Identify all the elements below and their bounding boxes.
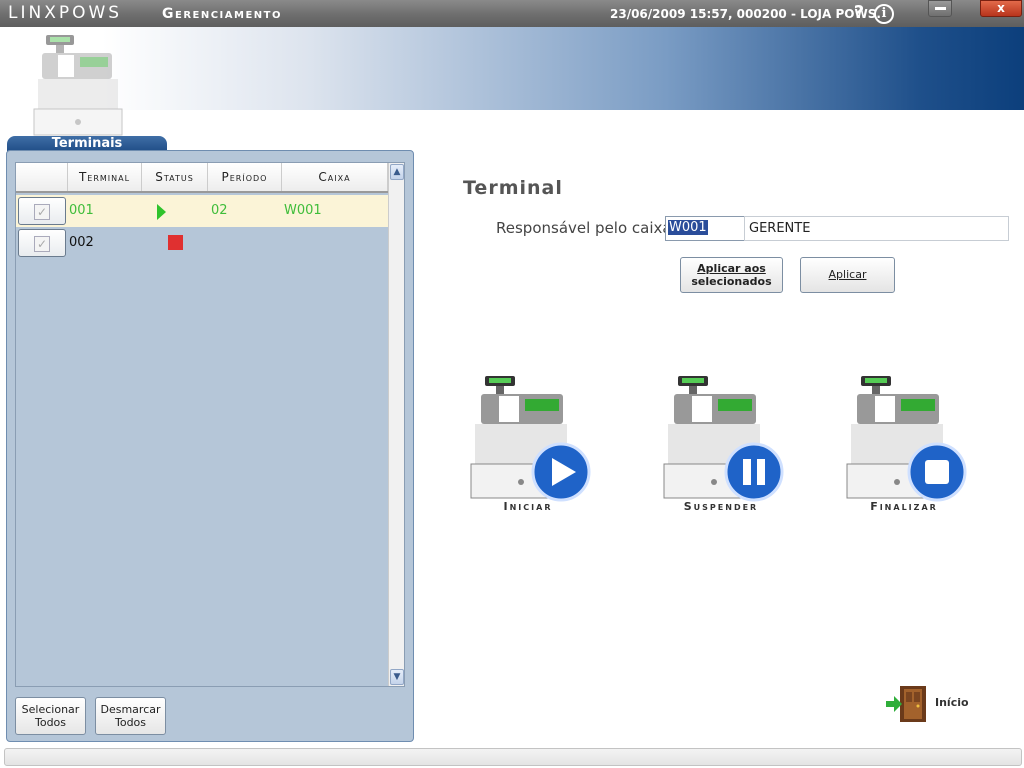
header-select: [16, 163, 68, 191]
minimize-icon: [935, 7, 946, 10]
apply-button[interactable]: Aplicar: [800, 257, 895, 293]
home-button[interactable]: Início: [884, 684, 974, 724]
button-label: Todos: [34, 716, 67, 729]
check-icon: ✓: [34, 236, 50, 252]
header-banner: [0, 27, 1024, 110]
button-label: Aplicar: [828, 268, 867, 281]
header-terminal[interactable]: Terminal: [68, 163, 142, 191]
title-bar: LINXPOWS Gerenciamento 23/06/2009 15:57,…: [0, 0, 1024, 27]
scroll-down-icon[interactable]: ▼: [390, 669, 404, 685]
button-label: selecionados: [691, 275, 772, 288]
select-all-button[interactable]: Selecionar Todos: [15, 697, 86, 735]
section-title: Terminal: [463, 177, 563, 199]
scroll-up-icon[interactable]: ▲: [390, 164, 404, 180]
button-label: Desmarcar: [100, 703, 161, 716]
cell-terminal: 001: [69, 203, 94, 218]
session-info: 23/06/2009 15:57, 000200 - LOJA POWS.: [610, 7, 881, 21]
header-status[interactable]: Status: [142, 163, 208, 191]
responsavel-label: Responsável pelo caixa: [496, 219, 672, 237]
minimize-button[interactable]: [928, 0, 952, 17]
app-name: LINXPOWS: [8, 3, 123, 23]
responsavel-code-input[interactable]: W001: [665, 216, 745, 241]
register-pause-icon: [663, 376, 784, 502]
table-row[interactable]: ✓ 002: [16, 227, 388, 259]
terminals-panel: Terminal Status Período Caixa ✓ 001 02 W…: [6, 150, 414, 742]
module-title: Gerenciamento: [162, 6, 282, 22]
start-button[interactable]: Iniciar: [463, 372, 593, 522]
apply-selected-button[interactable]: Aplicar aos selecionados: [680, 257, 783, 293]
close-button[interactable]: x: [980, 0, 1022, 17]
button-label: Selecionar: [21, 703, 80, 716]
cash-register-logo-icon: [33, 35, 123, 136]
register-play-icon: [470, 376, 591, 502]
finish-label: Finalizar: [870, 500, 938, 513]
button-label: Aplicar aos: [697, 262, 766, 275]
header-caixa[interactable]: Caixa: [282, 163, 388, 191]
status-running-icon: [157, 204, 166, 220]
register-stop-icon: [846, 376, 967, 502]
cell-caixa: W001: [284, 203, 322, 218]
button-label: Todos: [114, 716, 147, 729]
check-icon: ✓: [34, 204, 50, 220]
grid-header: Terminal Status Período Caixa: [16, 163, 388, 193]
responsavel-name-field: GERENTE: [744, 216, 1009, 241]
header-periodo[interactable]: Período: [208, 163, 282, 191]
table-row[interactable]: ✓ 001 02 W001: [16, 195, 388, 227]
cell-periodo: 02: [211, 203, 228, 218]
help-icon[interactable]: ?: [851, 3, 867, 23]
cell-terminal: 002: [69, 235, 94, 250]
suspend-label: Suspender: [683, 500, 759, 513]
info-icon[interactable]: i: [874, 4, 894, 24]
finish-button[interactable]: Finalizar: [839, 372, 969, 522]
home-label: Início: [935, 696, 969, 709]
row-select-checkbox[interactable]: ✓: [18, 229, 66, 257]
selected-text: W001: [668, 220, 708, 235]
status-stopped-icon: [168, 235, 183, 250]
terminals-grid: Terminal Status Período Caixa ✓ 001 02 W…: [15, 162, 405, 687]
row-select-checkbox[interactable]: ✓: [18, 197, 66, 225]
status-bar: [4, 748, 1022, 766]
exit-door-icon: [886, 686, 926, 722]
suspend-button[interactable]: Suspender: [656, 372, 786, 522]
vertical-scrollbar[interactable]: ▲ ▼: [388, 163, 404, 686]
start-label: Iniciar: [503, 500, 553, 513]
unselect-all-button[interactable]: Desmarcar Todos: [95, 697, 166, 735]
